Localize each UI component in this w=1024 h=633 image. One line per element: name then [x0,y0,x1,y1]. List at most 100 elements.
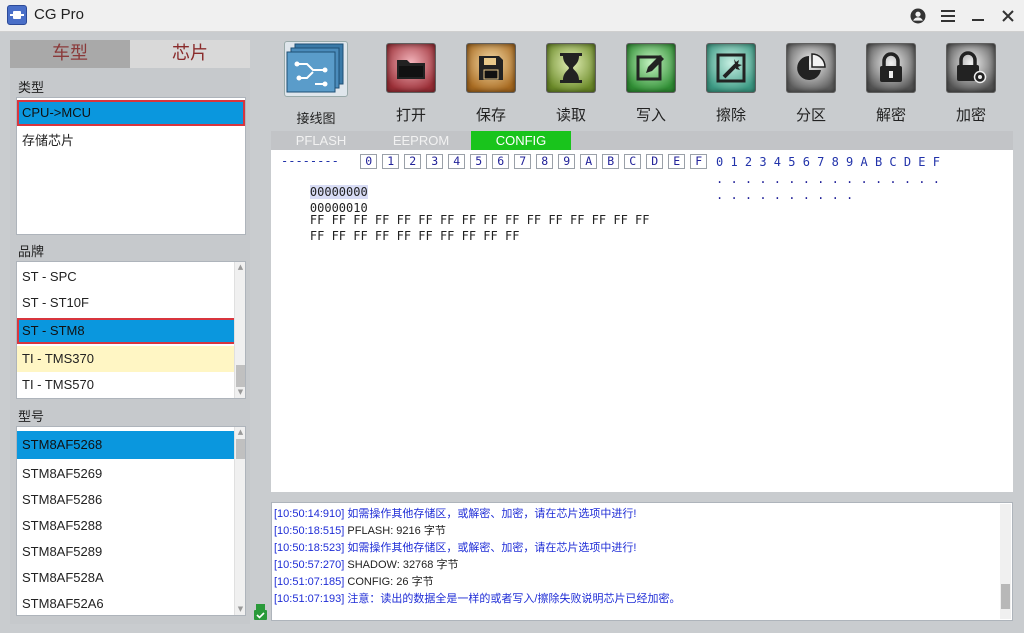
partition-label: 分区 [795,106,826,124]
partition-button[interactable]: 分区 [771,38,851,128]
memory-tabs: PFLASH EEPROM CONFIG [271,131,1013,150]
log-message: 注意：读出的数据全是一样的或者写入/擦除失败说明芯片已经加密。 [347,593,681,605]
model-item[interactable]: STM8AF528A [17,565,245,591]
brand-item-st-stm8[interactable]: ST - STM8 [17,318,245,344]
read-button[interactable]: 读取 [531,38,611,128]
hex-editor[interactable]: -------- 0123456789ABCDEF 0 1 2 3 4 5 6 … [271,150,1013,492]
hex-header: -------- 0123456789ABCDEF [281,154,712,169]
hex-column-header: 3 [426,154,444,169]
log-line: [10:50:18:515] PFLASH: 9216 字节 [274,522,446,538]
scroll-up-icon[interactable]: ▲ [236,263,245,272]
model-item[interactable]: STM8AF5288 [17,513,245,539]
log-line: [10:51:07:193] 注意：读出的数据全是一样的或者写入/擦除失败说明芯… [274,590,680,606]
hex-column-header: C [624,154,642,169]
folder-icon [386,43,436,93]
write-button[interactable]: 写入 [611,38,691,128]
mode-tabs: 车型 芯片 [10,40,250,68]
wiring-diagram-label: 接线图 [296,112,336,127]
scroll-down-icon[interactable]: ▼ [236,388,245,397]
save-button[interactable]: 保存 [451,38,531,128]
log-message: PFLASH: 9216 字节 [347,525,446,537]
log-message: 如需操作其他存储区，或解密、加密，请在芯片选项中进行! [347,508,637,520]
hex-bytes[interactable]: FF FF FF FF FF FF FF FF FF FF [310,229,520,243]
minimize-icon[interactable] [968,6,988,26]
brand-item-ti-tms370[interactable]: TI - TMS370 [17,346,245,372]
scrollbar-thumb[interactable] [236,439,245,459]
tab-vehicle[interactable]: 车型 [10,40,130,68]
close-icon[interactable] [998,6,1018,26]
hex-column-header: E [668,154,686,169]
tab-pflash[interactable]: PFLASH [271,131,371,150]
edit-icon [626,43,676,93]
model-item[interactable]: STM8AF5286 [17,487,245,513]
scrollbar-thumb[interactable] [1001,584,1010,609]
hex-column-header: F [690,154,708,169]
model-item[interactable]: STM8AF52A6 [17,591,245,615]
hex-column-header: A [580,154,598,169]
hex-column-header: 1 [382,154,400,169]
hex-address[interactable]: 00000010 [310,201,368,215]
log-message: CONFIG: 26 字节 [347,576,434,588]
log-line: [10:50:57:270] SHADOW: 32768 字节 [274,556,458,572]
log-scrollbar[interactable] [1000,504,1011,619]
hex-column-header: D [646,154,664,169]
erase-label: 擦除 [715,106,746,124]
scroll-down-icon[interactable]: ▼ [236,605,245,614]
log-line: [10:50:14:910] 如需操作其他存储区，或解密、加密，请在芯片选项中进… [274,505,636,521]
address-header: -------- [281,154,339,168]
decrypt-button[interactable]: 解密 [851,38,931,128]
ascii-row: . . . . . . . . . . [716,188,854,202]
hex-column-header: 8 [536,154,554,169]
brand-item-st-spc[interactable]: ST - SPC [17,264,245,290]
hex-row: 00000010 FF FF FF FF FF FF FF FF FF FF [281,187,520,257]
model-list-scrollbar[interactable]: ▲ ▼ [234,427,245,615]
scrollbar-thumb[interactable] [236,365,245,387]
tab-config[interactable]: CONFIG [471,131,571,150]
open-button[interactable]: 打开 [371,38,451,128]
wiring-diagram-button[interactable]: 接线图 [276,38,356,128]
model-item[interactable]: STM8AF5269 [17,461,245,487]
log-message: 如需操作其他存储区，或解密、加密，请在芯片选项中进行! [347,542,637,554]
decrypt-label: 解密 [875,106,906,124]
log-timestamp: [10:51:07:193] [274,593,345,605]
user-account-icon[interactable] [908,6,928,26]
log-timestamp: [10:50:14:910] [274,508,345,520]
encrypt-button[interactable]: 加密 [931,38,1011,128]
scroll-up-icon[interactable]: ▲ [236,428,245,437]
model-item[interactable]: STM8AF5289 [17,539,245,565]
brand-list-scrollbar[interactable]: ▲ ▼ [234,262,245,398]
title-bar: CG Pro [0,0,1024,32]
hex-column-header: B [602,154,620,169]
model-item[interactable]: STM8AF5268 [17,431,245,459]
read-label: 读取 [555,106,586,124]
brand-section-label: 品牌 [18,245,45,260]
open-label: 打开 [395,106,426,124]
hourglass-icon [546,43,596,93]
hex-column-header: 9 [558,154,576,169]
log-timestamp: [10:51:07:185] [274,576,345,588]
brand-item-ti-tms570[interactable]: TI - TMS570 [17,372,245,398]
ascii-row: . . . . . . . . . . . . . . . . [716,172,940,186]
type-list: CPU->MCU 存储芯片 [16,97,246,235]
brand-item-st-st10f[interactable]: ST - ST10F [17,290,245,316]
unlock-icon [866,43,916,93]
erase-icon [706,43,756,93]
window-title: CG Pro [34,6,85,23]
log-panel: [10:50:14:910] 如需操作其他存储区，或解密、加密，请在芯片选项中进… [271,502,1013,621]
hex-column-header: 7 [514,154,532,169]
save-label: 保存 [475,106,506,124]
log-line: [10:50:18:523] 如需操作其他存储区，或解密、加密，请在芯片选项中进… [274,539,636,555]
menu-icon[interactable] [938,6,958,26]
hex-column-header: 6 [492,154,510,169]
erase-button[interactable]: 擦除 [691,38,771,128]
type-item-storage-chip[interactable]: 存储芯片 [17,128,245,154]
tab-chip[interactable]: 芯片 [130,40,250,68]
hex-column-header: 4 [448,154,466,169]
wiring-diagram-icon [284,41,348,97]
left-panel: 车型 芯片 类型 CPU->MCU 存储芯片 品牌 ST - SPC ST - … [10,40,250,624]
log-timestamp: [10:50:18:523] [274,542,345,554]
log-timestamp: [10:50:57:270] [274,559,345,571]
tab-eeprom[interactable]: EEPROM [371,131,471,150]
hex-column-header: 2 [404,154,422,169]
type-item-cpu-mcu[interactable]: CPU->MCU [17,100,245,126]
